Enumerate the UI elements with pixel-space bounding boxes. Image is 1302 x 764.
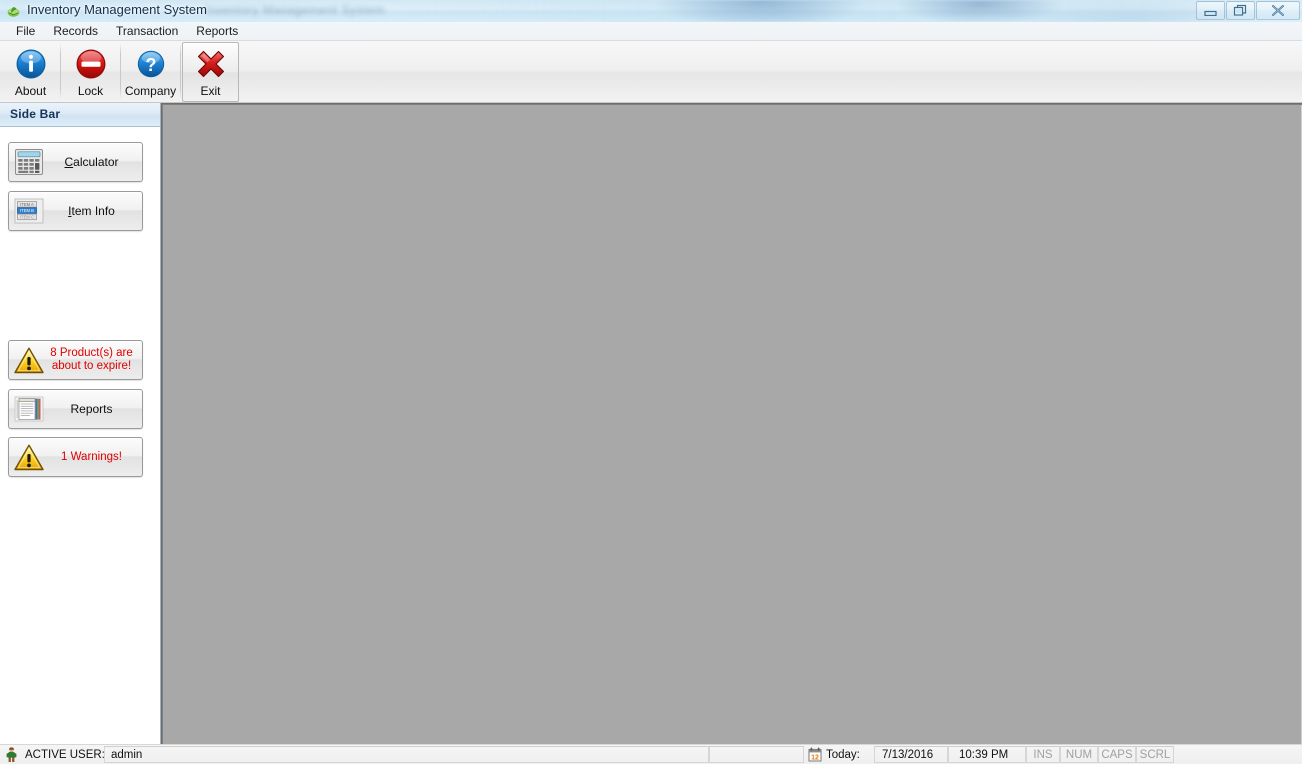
status-indicator-num: NUM [1060,746,1098,763]
title-bar[interactable]: Inventory Management System Inventory Ma… [0,0,1302,22]
mdi-client-surface [163,105,1302,744]
menu-bar: File Records Transaction Reports [0,22,1302,41]
sidebar-button-calculator[interactable]: Calculator [8,142,143,182]
status-bar: ACTIVE USER: admin 12 Today: 7/13/2016 1… [0,744,1302,764]
status-empty-panel [709,746,804,763]
status-today-label: Today: [826,748,860,761]
menu-item-transaction[interactable]: Transaction [107,23,187,40]
status-indicator-scrl: SCRL [1136,746,1174,763]
sidebar-label-expiring-products: 8 Product(s) are about to expire! [45,347,142,373]
sidebar-label-reports: Reports [70,401,113,416]
sidebar-button-warnings[interactable]: 1 Warnings! [8,437,143,477]
title-bar-ghost-text: Inventory Management System [205,3,385,17]
application-window: Inventory Management System Inventory Ma… [0,0,1302,764]
expiring-line-2: about to expire! [51,360,132,372]
question-circle-icon: ? [134,47,168,81]
person-icon [5,746,18,763]
close-icon [1270,4,1286,17]
sidebar-button-item-info[interactable]: ITEM A ITEM B ITEM C Item Info [8,191,143,231]
status-calendar-icon-panel: 12 [804,746,826,763]
svg-text:ITEM A: ITEM A [20,202,34,207]
status-indicator-scrl-label: SCRL [1139,748,1171,761]
window-controls [1195,1,1300,21]
status-indicator-caps-label: CAPS [1101,748,1133,761]
sidebar-title: Side Bar [10,107,61,121]
sidebar: Side Bar Calculator ITEM A ITEM B ITEM C… [0,103,161,744]
toolbar-button-lock[interactable]: Lock [62,42,119,102]
toolbar-separator [120,43,121,99]
restore-icon [1233,4,1248,17]
warning-triangle-icon [13,345,45,375]
svg-text:ITEM B: ITEM B [20,208,34,213]
item-list-icon: ITEM A ITEM B ITEM C [13,196,45,226]
menu-item-reports[interactable]: Reports [187,23,247,40]
mnemonic-c: C [64,154,74,169]
toolbar: About Lock ? Company Exit [0,41,1302,103]
menu-item-records[interactable]: Records [44,23,107,40]
sidebar-button-reports[interactable]: Reports [8,389,143,429]
no-entry-icon [74,47,108,81]
sidebar-label-item-info-rest: tem Info [71,203,115,218]
report-document-icon [13,394,45,424]
calendar-icon: 12 [808,747,822,762]
status-time-value: 10:39 PM [948,746,1026,763]
svg-text:12: 12 [811,754,819,761]
toolbar-label-about: About [14,84,47,98]
minimize-icon [1202,6,1219,16]
status-active-user-value: admin [104,746,709,763]
toolbar-separator [180,43,181,99]
status-indicator-caps: CAPS [1098,746,1136,763]
warning-triangle-icon [13,442,45,472]
status-date-value: 7/13/2016 [874,746,948,763]
restore-button[interactable] [1226,1,1255,20]
info-circle-icon [14,47,48,81]
status-indicator-num-label: NUM [1065,748,1093,761]
toolbar-separator [60,43,61,99]
svg-text:ITEM C: ITEM C [20,215,34,220]
calculator-icon [13,147,45,177]
sidebar-label-calculator-rest: alculator [73,154,119,169]
mdi-client-area[interactable] [161,103,1302,744]
red-x-icon [194,47,228,81]
toolbar-label-lock: Lock [77,84,104,98]
status-active-user-label: ACTIVE USER: [25,748,104,761]
toolbar-label-exit: Exit [200,84,221,98]
sidebar-label-calculator: Calculator [45,154,142,169]
sidebar-header: Side Bar [0,103,160,127]
expiring-line-1: 8 Product(s) are [50,347,133,359]
close-button[interactable] [1256,1,1300,20]
minimize-button[interactable] [1196,1,1225,20]
toolbar-label-company: Company [124,84,177,98]
status-indicator-ins-label: INS [1033,748,1053,761]
status-indicator-ins: INS [1026,746,1060,763]
app-leaf-icon [6,4,21,19]
toolbar-button-exit[interactable]: Exit [182,42,239,102]
svg-text:?: ? [145,55,156,75]
window-title: Inventory Management System [27,2,207,17]
menu-item-file[interactable]: File [7,23,44,40]
toolbar-button-about[interactable]: About [2,42,59,102]
toolbar-button-company[interactable]: ? Company [122,42,179,102]
sidebar-label-warnings: 1 Warnings! [61,450,122,463]
sidebar-button-expiring-products[interactable]: 8 Product(s) are about to expire! [8,340,143,380]
sidebar-label-item-info: Item Info [45,203,142,218]
status-user-icon-panel [0,746,22,763]
